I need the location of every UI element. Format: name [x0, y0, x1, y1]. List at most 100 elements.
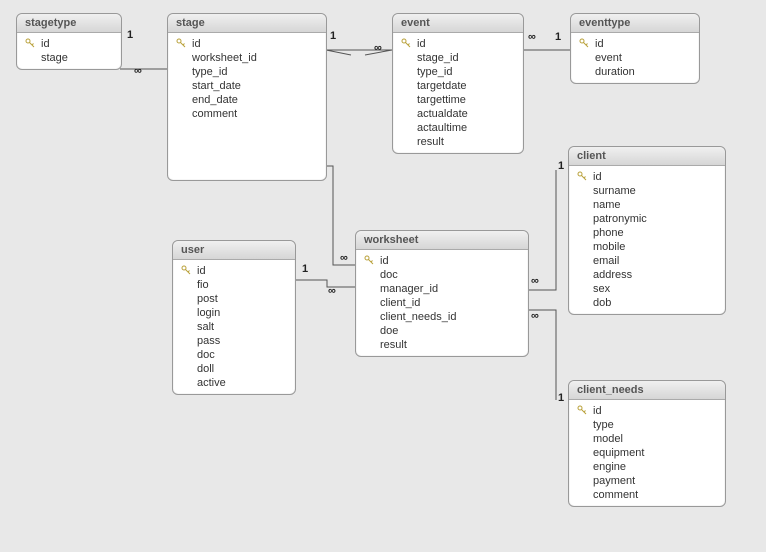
table-header: worksheet: [356, 231, 528, 250]
card-one: 1: [127, 29, 133, 41]
field-name: event: [593, 52, 622, 64]
field-name: end_date: [190, 94, 238, 106]
key-icon: [364, 255, 378, 267]
field-name: manager_id: [378, 283, 438, 295]
field-row: doc: [175, 348, 293, 362]
field-name: actualdate: [415, 108, 468, 120]
field-name: patronymic: [591, 213, 647, 225]
table-client-needs[interactable]: client_needs idtypemodelequipmentenginep…: [568, 380, 726, 507]
field-row: comment: [170, 107, 324, 121]
table-stage[interactable]: stage idworksheet_idtype_idstart_dateend…: [167, 13, 327, 181]
card-one: 1: [330, 30, 336, 42]
field-row: doe: [358, 324, 526, 338]
field-row: stage_id: [395, 51, 521, 65]
field-row: actualdate: [395, 107, 521, 121]
field-name: stage: [39, 52, 68, 64]
field-row: type_id: [170, 65, 324, 79]
field-name: address: [591, 269, 632, 281]
field-name: comment: [591, 489, 638, 501]
field-name: id: [190, 38, 201, 50]
field-name: client_id: [378, 297, 420, 309]
field-name: targetdate: [415, 80, 467, 92]
field-row: sex: [571, 282, 723, 296]
field-name: login: [195, 307, 220, 319]
field-name: dob: [591, 297, 611, 309]
field-row: email: [571, 254, 723, 268]
field-name: doll: [195, 363, 214, 375]
table-body: id worksheet_id type_id start_date end_datec…: [168, 33, 326, 125]
field-row: id: [573, 37, 697, 51]
field-row: active: [175, 376, 293, 390]
field-row: id: [358, 254, 526, 268]
table-user[interactable]: user idfiopost loginsaltpass doc dollactive: [172, 240, 296, 395]
field-row: end_date: [170, 93, 324, 107]
field-row: pass: [175, 334, 293, 348]
field-row: salt: [175, 320, 293, 334]
table-header: user: [173, 241, 295, 260]
field-row: model: [571, 432, 723, 446]
field-name: pass: [195, 335, 220, 347]
table-header: client_needs: [569, 381, 725, 400]
field-name: start_date: [190, 80, 241, 92]
field-row: client_needs_id: [358, 310, 526, 324]
field-row: id: [175, 264, 293, 278]
field-name: model: [591, 433, 623, 445]
key-icon: [577, 405, 591, 417]
table-header: event: [393, 14, 523, 33]
table-body: idstage: [17, 33, 121, 69]
field-name: name: [591, 199, 621, 211]
card-many: ∞: [528, 31, 536, 43]
table-body: iddocmanager_id client_idclient_needs_idd…: [356, 250, 528, 356]
card-one: 1: [302, 263, 308, 275]
field-name: duration: [593, 66, 635, 78]
field-row: targettime: [395, 93, 521, 107]
field-row: fio: [175, 278, 293, 292]
field-row: result: [395, 135, 521, 149]
key-icon: [176, 38, 190, 50]
field-name: result: [378, 339, 407, 351]
field-row: doll: [175, 362, 293, 376]
field-name: post: [195, 293, 218, 305]
card-many: ∞: [531, 310, 539, 322]
field-row: dob: [571, 296, 723, 310]
field-name: type_id: [190, 66, 227, 78]
field-name: id: [591, 171, 602, 183]
field-name: type_id: [415, 66, 452, 78]
field-name: mobile: [591, 241, 625, 253]
field-row: start_date: [170, 79, 324, 93]
field-row: client_id: [358, 296, 526, 310]
field-row: doc: [358, 268, 526, 282]
field-row: post: [175, 292, 293, 306]
table-stagetype[interactable]: stagetype idstage: [16, 13, 122, 70]
field-row: surname: [571, 184, 723, 198]
field-name: stage_id: [415, 52, 459, 64]
key-icon: [577, 171, 591, 183]
table-client[interactable]: client idsurnamenamepatronymicphonemobil…: [568, 146, 726, 315]
field-row: targetdate: [395, 79, 521, 93]
field-name: engine: [591, 461, 626, 473]
field-row: payment: [571, 474, 723, 488]
card-one: 1: [555, 31, 561, 43]
field-name: comment: [190, 108, 237, 120]
field-row: actaultime: [395, 121, 521, 135]
field-row: login: [175, 306, 293, 320]
field-name: id: [593, 38, 604, 50]
field-row: type_id: [395, 65, 521, 79]
field-row: id: [395, 37, 521, 51]
card-many: ∞: [328, 285, 336, 297]
key-icon: [181, 265, 195, 277]
field-row: patronymic: [571, 212, 723, 226]
field-name: doc: [195, 349, 215, 361]
field-name: id: [415, 38, 426, 50]
table-eventtype[interactable]: eventtype ideventduration: [570, 13, 700, 84]
key-icon: [25, 38, 39, 50]
key-icon: [579, 38, 593, 50]
table-event[interactable]: event id stage_id type_id targetdatetargett…: [392, 13, 524, 154]
field-name: worksheet_id: [190, 52, 257, 64]
table-body: idfiopost loginsaltpass doc dollactive: [173, 260, 295, 394]
field-name: equipment: [591, 447, 644, 459]
field-name: id: [195, 265, 206, 277]
field-row: id: [571, 170, 723, 184]
field-name: id: [591, 405, 602, 417]
table-worksheet[interactable]: worksheet iddocmanager_id client_idclient…: [355, 230, 529, 357]
